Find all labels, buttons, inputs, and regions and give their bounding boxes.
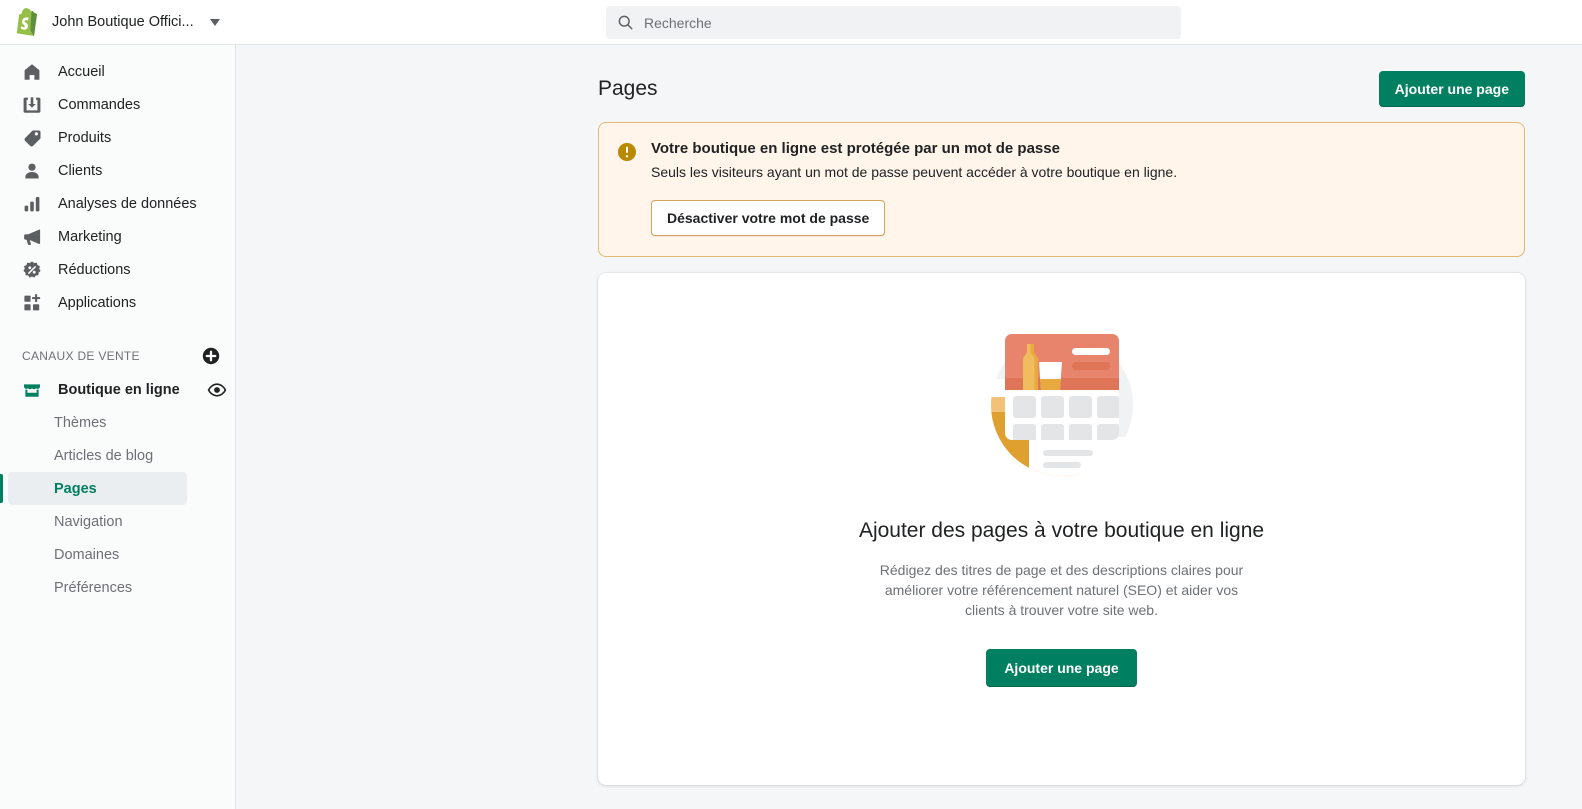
sidebar-item-preferences[interactable]: Préférences — [8, 571, 187, 604]
store-switcher[interactable]: John Boutique Offici... — [0, 0, 236, 44]
online-store-page-illustration — [990, 334, 1133, 476]
sidebar-item-clients[interactable]: Clients — [8, 154, 227, 187]
search-input[interactable] — [644, 7, 1170, 38]
add-page-button-header[interactable]: Ajouter une page — [1378, 71, 1525, 107]
page-title: Pages — [598, 77, 658, 100]
sidebar-item-analyses-de-donnees[interactable]: Analyses de données — [8, 187, 227, 220]
search-box[interactable] — [606, 6, 1181, 39]
sidebar-item-themes[interactable]: Thèmes — [8, 406, 187, 439]
sidebar-item-boutique-en-ligne[interactable]: Boutique en ligne — [8, 373, 227, 406]
online-store-icon — [24, 383, 40, 397]
sidebar-item-commandes[interactable]: Commandes — [8, 88, 227, 121]
shopify-bag-icon — [16, 8, 37, 36]
orders-inbox-icon — [23, 96, 41, 113]
sidebar-item-applications[interactable]: Applications — [8, 286, 227, 319]
sidebar-item-label: Préférences — [54, 579, 133, 596]
eye-icon[interactable] — [207, 380, 227, 400]
add-page-button-empty-state[interactable]: Ajouter une page — [986, 649, 1137, 687]
sidebar-item-label: Analyses de données — [58, 195, 197, 212]
sidebar-item-label: Navigation — [54, 513, 123, 530]
disable-password-button[interactable]: Désactiver votre mot de passe — [651, 200, 886, 236]
sidebar-item-navigation[interactable]: Navigation — [8, 505, 187, 538]
store-name-label: John Boutique Offici... — [52, 14, 194, 30]
search-wrapper — [606, 6, 1181, 39]
sidebar-item-label: Clients — [58, 162, 103, 179]
sidebar-item-pages[interactable]: Pages — [0, 472, 187, 505]
sidebar-item-label: Pages — [54, 480, 97, 497]
discount-badge-icon — [23, 260, 41, 278]
sidebar-item-label: Thèmes — [54, 414, 107, 431]
sales-channels-section-header: CANAUX DE VENTE — [22, 343, 221, 369]
empty-state-title: Ajouter des pages à votre boutique en li… — [858, 519, 1265, 542]
sidebar-item-domaines[interactable]: Domaines — [8, 538, 187, 571]
sidebar-item-articles-de-blog[interactable]: Articles de blog — [8, 439, 187, 472]
sidebar: Accueil Commandes Produits Clients Analy… — [0, 45, 236, 809]
alert-exclamation-icon — [618, 143, 636, 161]
marketing-megaphone-icon — [24, 229, 41, 245]
sidebar-item-produits[interactable]: Produits — [8, 121, 227, 154]
sidebar-item-label: Articles de blog — [54, 447, 154, 464]
sidebar-item-label: Boutique en ligne — [58, 381, 180, 398]
main-content: Pages Ajouter une page Votre boutique en… — [236, 45, 1582, 809]
sidebar-item-label: Applications — [58, 294, 137, 311]
sidebar-item-accueil[interactable]: Accueil — [8, 55, 227, 88]
search-icon — [618, 15, 633, 30]
shopify-admin-window: John Boutique Offici... Accueil — [0, 0, 1582, 809]
sidebar-item-reductions[interactable]: Réductions — [8, 253, 227, 286]
customer-person-icon — [25, 163, 39, 178]
banner-title: Votre boutique en ligne est protégée par… — [651, 140, 1060, 157]
pages-empty-state-card: Ajouter des pages à votre boutique en li… — [598, 273, 1525, 785]
page-header: Pages Ajouter une page — [598, 69, 1525, 109]
plus-circle-icon[interactable] — [201, 346, 221, 366]
sidebar-item-label: Commandes — [58, 96, 141, 113]
sidebar-item-label: Domaines — [54, 546, 120, 563]
top-bar: John Boutique Offici... — [0, 0, 1582, 45]
apps-grid-icon — [24, 293, 41, 310]
empty-state-description: Rédigez des titres de page et des descri… — [879, 562, 1244, 618]
banner-description: Seuls les visiteurs ayant un mot de pass… — [651, 164, 1178, 180]
password-protection-banner: Votre boutique en ligne est protégée par… — [598, 122, 1525, 257]
sales-channels-label: CANAUX DE VENTE — [22, 349, 140, 363]
sidebar-item-label: Marketing — [58, 228, 122, 245]
sidebar-item-label: Produits — [58, 129, 112, 146]
product-tag-icon — [24, 130, 41, 147]
chevron-down-icon — [209, 18, 220, 26]
sidebar-item-marketing[interactable]: Marketing — [8, 220, 227, 253]
sidebar-item-label: Réductions — [58, 261, 131, 278]
analytics-bar-chart-icon — [24, 196, 40, 211]
sidebar-item-label: Accueil — [58, 63, 105, 80]
home-icon — [24, 63, 40, 80]
banner-body: Votre boutique en ligne est protégée par… — [651, 140, 1504, 236]
